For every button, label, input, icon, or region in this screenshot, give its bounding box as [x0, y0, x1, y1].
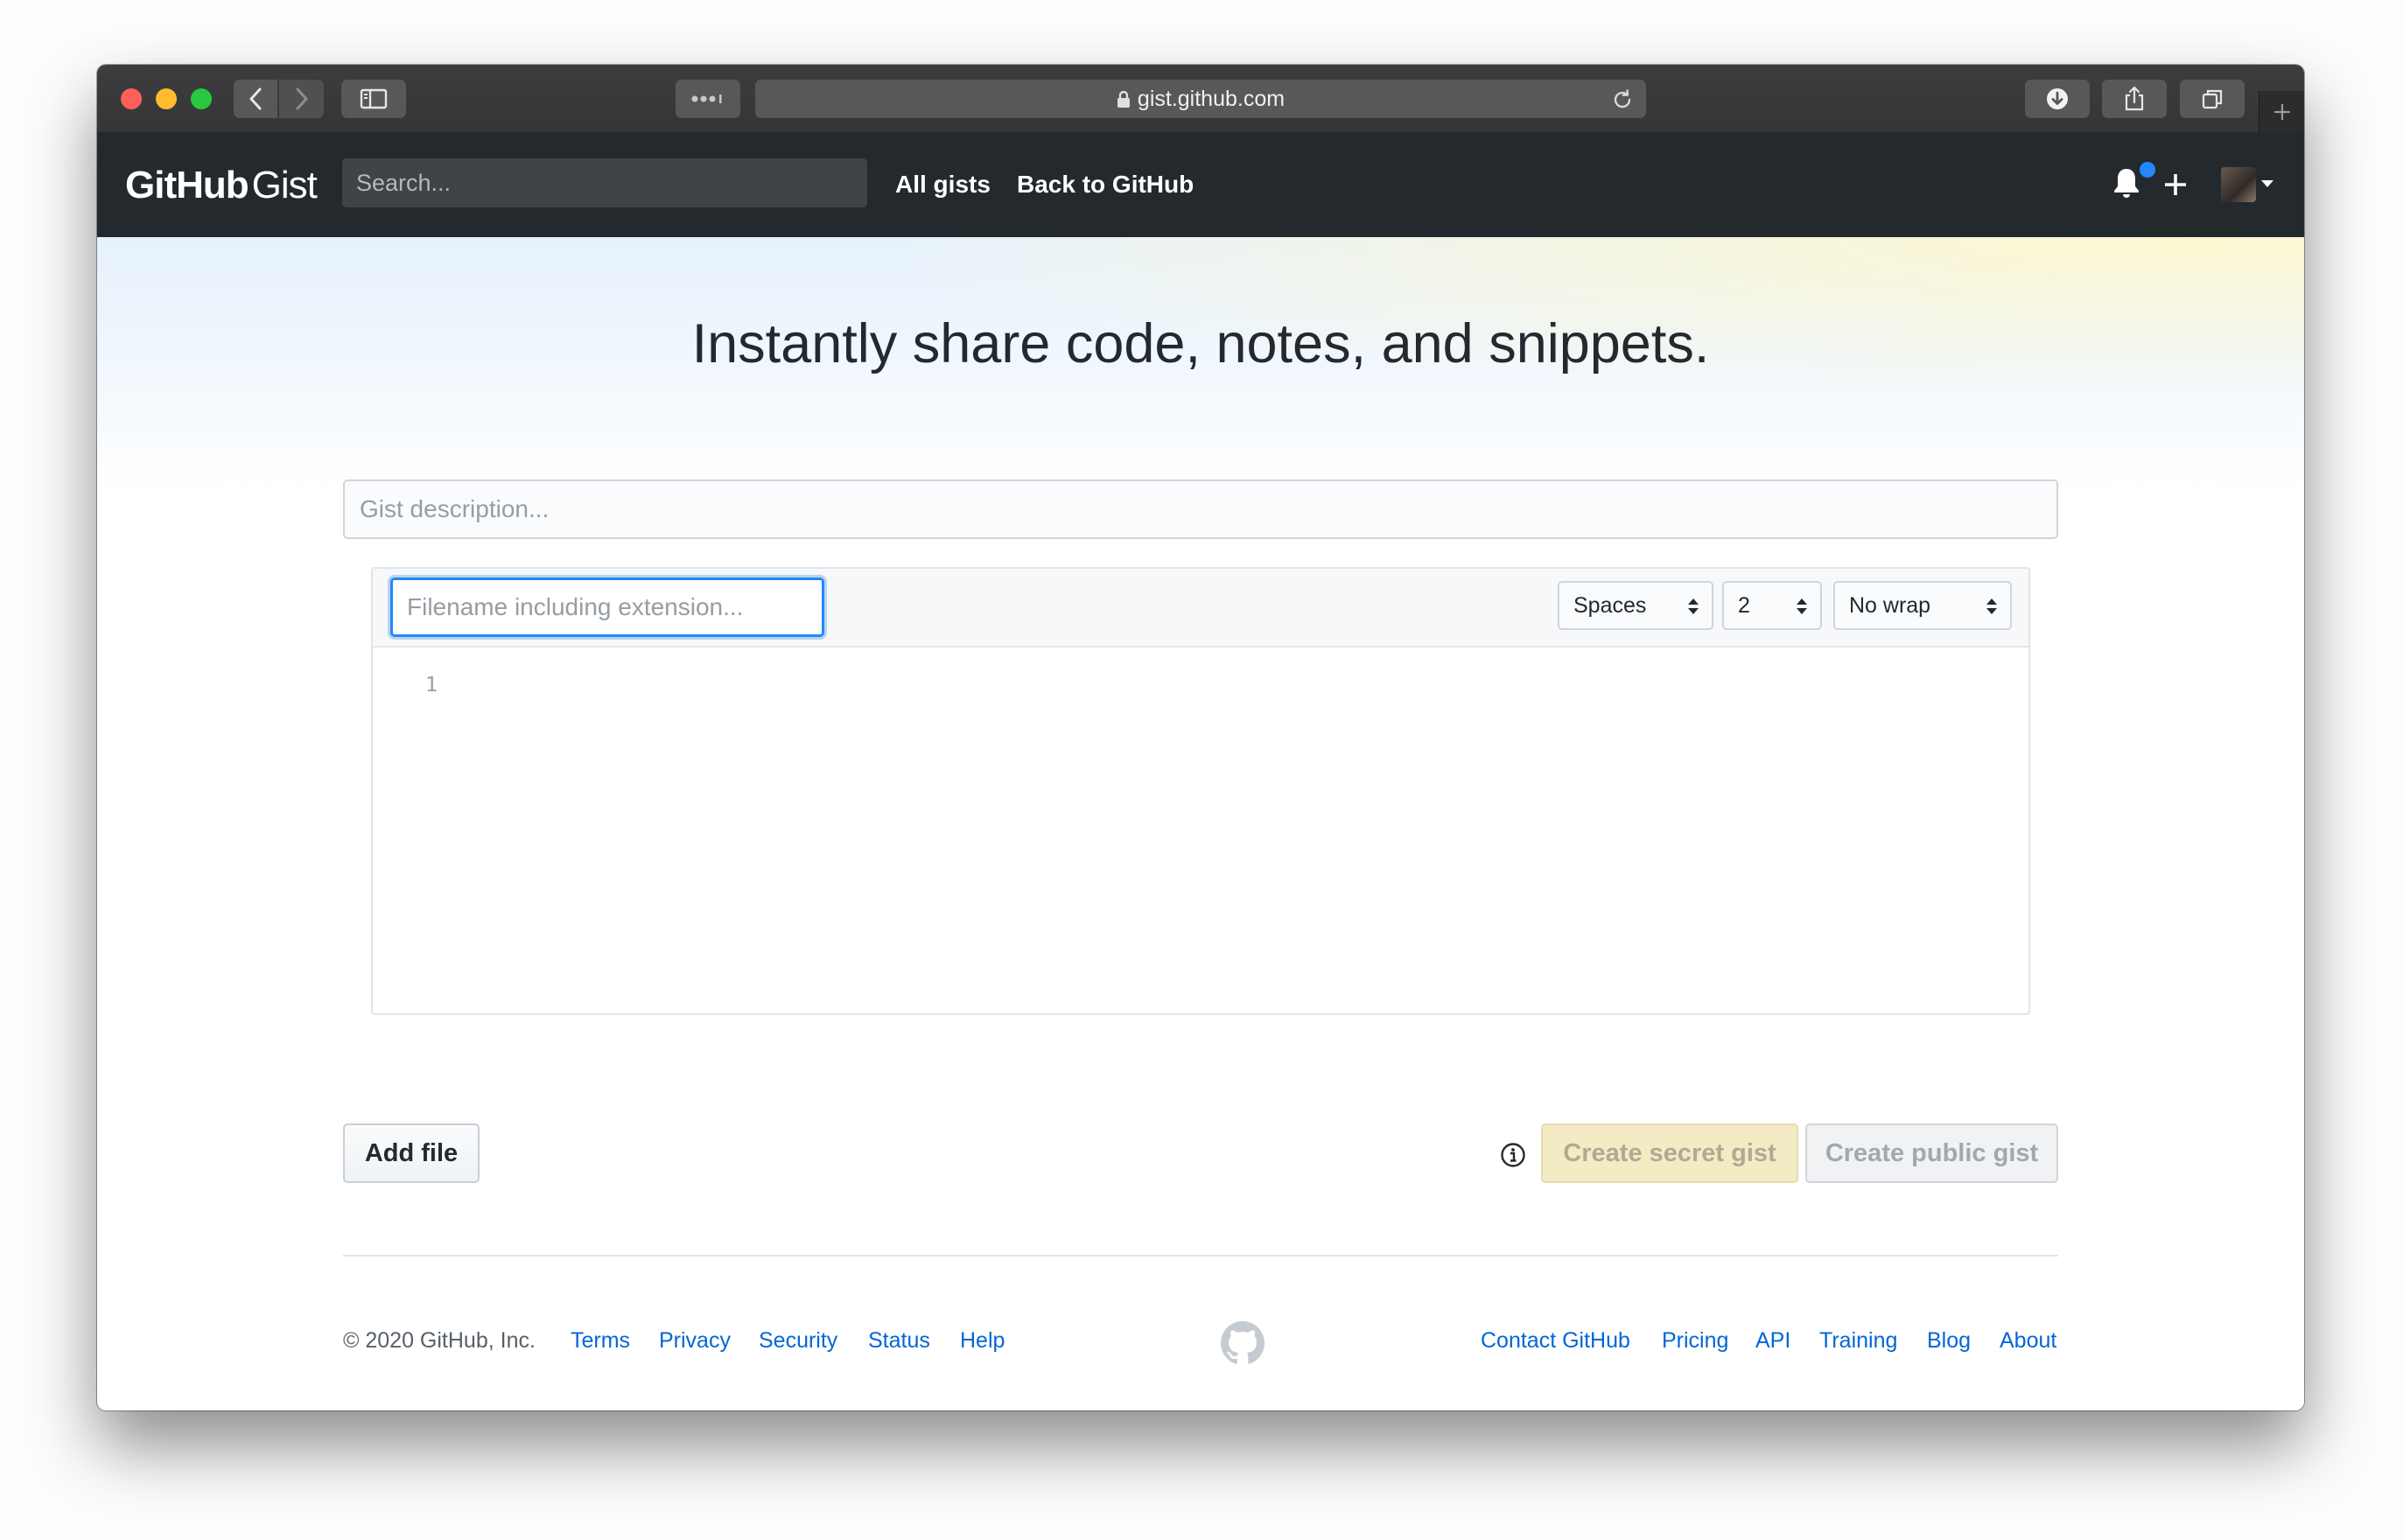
- tab-overview-button[interactable]: [676, 80, 740, 118]
- address-bar[interactable]: gist.github.com: [755, 80, 1646, 118]
- github-gist-logo[interactable]: GitHubGist: [125, 164, 318, 207]
- share-icon: [2125, 86, 2144, 111]
- avatar[interactable]: [2221, 167, 2256, 202]
- nav-all-gists[interactable]: All gists: [895, 167, 991, 202]
- footer-link-terms[interactable]: Terms: [571, 1326, 630, 1355]
- footer-link-contact-github[interactable]: Contact GitHub: [1481, 1326, 1630, 1355]
- add-file-button[interactable]: Add file: [343, 1124, 480, 1183]
- browser-toolbar: gist.github.com: [97, 65, 2304, 133]
- sidebar-icon: [360, 88, 388, 109]
- footer-link-security[interactable]: Security: [759, 1326, 837, 1355]
- copyright: © 2020 GitHub, Inc.: [343, 1328, 536, 1353]
- close-window-button[interactable]: [121, 88, 142, 109]
- browser-window: gist.github.com GitHubGist All gists Bac…: [97, 65, 2304, 1410]
- reload-icon[interactable]: [1611, 88, 1634, 111]
- select-arrows-icon: [1688, 598, 1699, 614]
- footer-link-training[interactable]: Training: [1819, 1326, 1897, 1355]
- footer-link-help[interactable]: Help: [960, 1326, 1005, 1355]
- code-editor-area[interactable]: [460, 656, 2011, 996]
- forward-button[interactable]: [279, 80, 324, 118]
- plus-icon[interactable]: [2163, 172, 2188, 197]
- caret-down-icon[interactable]: [2260, 179, 2274, 188]
- footer-link-privacy[interactable]: Privacy: [659, 1326, 731, 1355]
- filename-input[interactable]: [390, 578, 824, 637]
- sidebar-toggle-button[interactable]: [341, 80, 406, 118]
- info-icon[interactable]: [1500, 1142, 1526, 1168]
- footer-link-status[interactable]: Status: [868, 1326, 930, 1355]
- nav-back-to-github[interactable]: Back to GitHub: [1017, 167, 1194, 202]
- footer-link-api[interactable]: API: [1755, 1326, 1790, 1355]
- line-number: 1: [425, 674, 438, 696]
- share-button[interactable]: [2102, 80, 2167, 118]
- hero-banner: Instantly share code, notes, and snippet…: [97, 237, 2304, 491]
- address-text: gist.github.com: [1137, 87, 1286, 111]
- lock-icon: [1117, 91, 1130, 108]
- search-input[interactable]: [342, 158, 867, 207]
- download-icon: [2047, 88, 2068, 109]
- chevron-right-icon: [296, 88, 307, 110]
- create-public-gist-button[interactable]: Create public gist: [1805, 1124, 2058, 1183]
- footer-link-blog[interactable]: Blog: [1927, 1326, 1971, 1355]
- chevron-left-icon: [249, 88, 262, 110]
- bell-icon[interactable]: [2112, 165, 2141, 200]
- indent-size-select[interactable]: 2: [1722, 581, 1822, 630]
- site-header: GitHubGist All gists Back to GitHub: [97, 132, 2304, 237]
- footer-link-pricing[interactable]: Pricing: [1662, 1326, 1728, 1355]
- file-editor: Spaces 2 No wrap 1: [371, 567, 2030, 1015]
- back-button[interactable]: [234, 80, 277, 118]
- wrap-mode-select[interactable]: No wrap: [1833, 581, 2012, 630]
- plus-icon: [2274, 103, 2290, 120]
- select-arrows-icon: [1986, 598, 1997, 614]
- file-header: Spaces 2 No wrap: [373, 569, 2028, 648]
- select-arrows-icon: [1797, 598, 1807, 614]
- downloads-button[interactable]: [2025, 80, 2090, 118]
- indent-mode-select[interactable]: Spaces: [1558, 581, 1713, 630]
- minimize-window-button[interactable]: [156, 88, 177, 109]
- more-icon: [691, 94, 722, 103]
- page-title: Instantly share code, notes, and snippet…: [691, 313, 1710, 374]
- github-mark-icon[interactable]: [1221, 1321, 1265, 1365]
- notification-indicator: [2138, 160, 2157, 179]
- tabs-icon: [2202, 89, 2223, 109]
- zoom-window-button[interactable]: [191, 88, 212, 109]
- gist-description-input[interactable]: [343, 480, 2058, 539]
- new-tab-button[interactable]: [2259, 91, 2304, 132]
- footer-link-about[interactable]: About: [2000, 1326, 2056, 1355]
- footer-divider: [343, 1255, 2058, 1256]
- create-secret-gist-button[interactable]: Create secret gist: [1541, 1124, 1798, 1183]
- show-all-tabs-button[interactable]: [2180, 80, 2245, 118]
